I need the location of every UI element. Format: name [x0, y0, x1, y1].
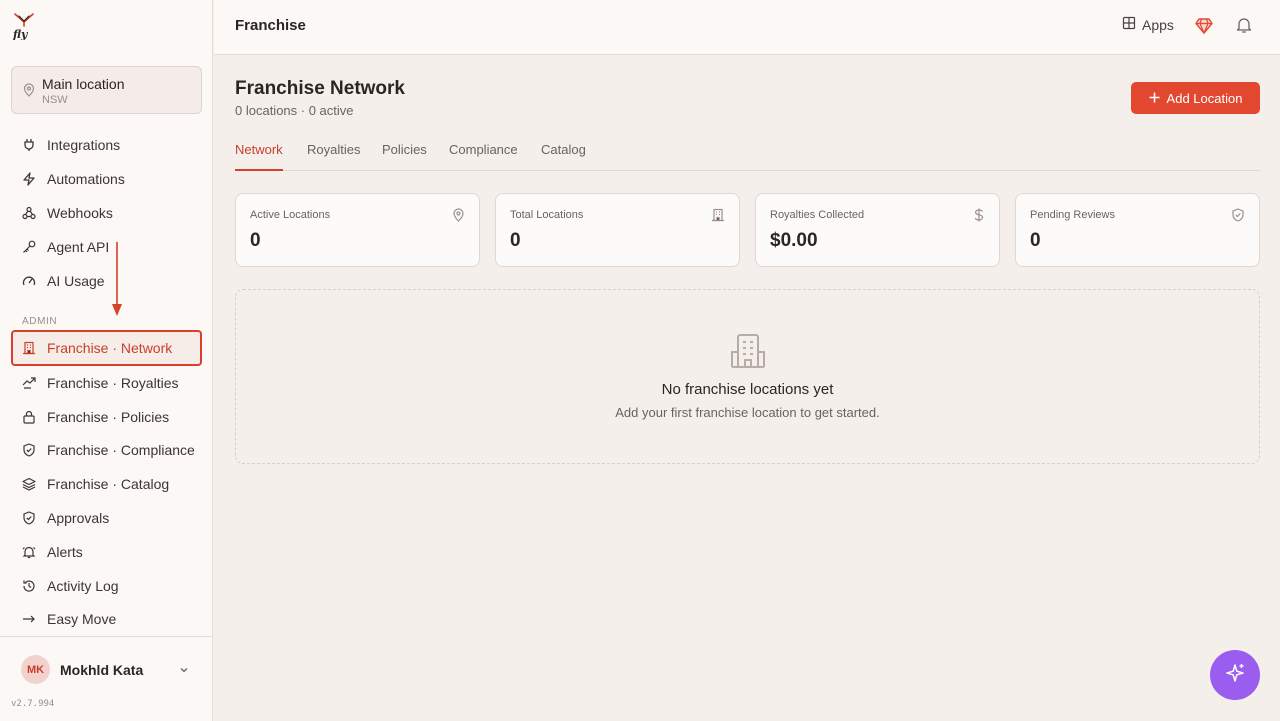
avatar: MK — [21, 655, 50, 684]
location-name: Main location — [42, 76, 125, 92]
chevron-down-icon[interactable] — [178, 663, 190, 681]
empty-state: No franchise locations yet Add your firs… — [235, 289, 1260, 464]
stat-value: 0 — [510, 230, 521, 251]
app-version: v2.7.994 — [11, 699, 55, 709]
gem-icon[interactable] — [1195, 17, 1213, 40]
stat-label: Pending Reviews — [1030, 209, 1115, 221]
sidebar-item-alerts[interactable]: Alerts — [11, 535, 202, 569]
shield-check-icon — [21, 510, 37, 526]
map-pin-icon — [23, 83, 35, 102]
map-pin-icon — [452, 208, 465, 227]
empty-state-subtitle: Add your first franchise location to get… — [615, 405, 880, 420]
sidebar-item-label: Alerts — [47, 544, 83, 560]
stat-card-active-locations: Active Locations 0 — [235, 193, 480, 267]
arrow-right-icon — [21, 611, 37, 627]
apps-button[interactable]: Apps — [1122, 16, 1174, 33]
sidebar-item-label: Approvals — [47, 510, 110, 526]
sidebar-item-webhooks[interactable]: Webhooks — [11, 196, 202, 230]
sidebar-item-easy-move[interactable]: Easy Move — [11, 602, 202, 636]
location-selector[interactable]: Main location NSW — [11, 66, 202, 114]
webhook-icon — [21, 205, 37, 221]
coins-icon — [21, 375, 37, 391]
sidebar-item-franchise-policies[interactable]: Franchise · Policies — [11, 400, 202, 434]
gauge-icon — [21, 273, 37, 289]
location-region: NSW — [42, 94, 68, 106]
tab-network[interactable]: Network — [235, 142, 283, 171]
sidebar-item-franchise-network[interactable]: Franchise · Network — [11, 330, 202, 366]
stat-label: Royalties Collected — [770, 209, 865, 221]
lightning-icon — [21, 171, 37, 187]
sidebar-item-label: Automations — [47, 171, 125, 187]
plus-icon — [1149, 91, 1160, 106]
sparkles-icon — [1224, 662, 1246, 689]
sidebar-item-label: Webhooks — [47, 205, 113, 221]
admin-section-label: ADMIN — [22, 316, 58, 327]
stat-card-total-locations: Total Locations 0 — [495, 193, 740, 267]
notifications-bell-icon[interactable] — [1235, 16, 1253, 39]
stat-label: Total Locations — [510, 209, 584, 221]
logo-text: fly — [12, 28, 29, 40]
sidebar-item-label: Easy Move — [47, 611, 117, 627]
sidebar-item-automations[interactable]: Automations — [11, 162, 202, 196]
tab-catalog[interactable]: Catalog — [541, 142, 586, 171]
grid-icon — [1122, 16, 1136, 33]
apps-label: Apps — [1142, 16, 1174, 33]
sidebar-item-label: Activity Log — [47, 578, 119, 594]
tab-compliance[interactable]: Compliance — [449, 142, 518, 171]
stat-label: Active Locations — [250, 209, 331, 221]
history-icon — [21, 578, 37, 594]
sidebar-item-franchise-royalties[interactable]: Franchise · Royalties — [11, 366, 202, 400]
sidebar-item-agent-api[interactable]: Agent API — [11, 230, 202, 264]
sidebar-item-label: Franchise · Compliance — [47, 442, 195, 458]
sidebar-item-integrations[interactable]: Integrations — [11, 128, 202, 162]
sidebar-item-label: Agent API — [47, 239, 110, 255]
sidebar: fly Main location NSW Integrations Autom… — [0, 0, 213, 721]
sidebar-item-label: Franchise · Network — [47, 340, 173, 356]
sidebar-item-label: Franchise · Royalties — [47, 375, 179, 391]
fly-logo[interactable]: fly — [12, 12, 36, 41]
sidebar-item-label: Franchise · Catalog — [47, 476, 170, 492]
add-location-button[interactable]: Add Location — [1131, 82, 1260, 114]
stat-value: 0 — [250, 230, 261, 251]
dollar-icon — [973, 208, 985, 227]
bell-ring-icon — [21, 544, 37, 560]
sidebar-item-label: AI Usage — [47, 273, 105, 289]
sidebar-item-ai-usage[interactable]: AI Usage — [11, 264, 202, 298]
annotation-arrow — [112, 242, 122, 316]
layers-icon — [21, 476, 37, 492]
add-location-label: Add Location — [1166, 90, 1243, 106]
stat-value: 0 — [1030, 230, 1041, 251]
building-icon — [730, 332, 766, 375]
sidebar-item-label: Integrations — [47, 137, 121, 153]
sidebar-item-activity-log[interactable]: Activity Log — [11, 569, 202, 603]
tab-policies[interactable]: Policies — [382, 142, 427, 171]
user-menu[interactable]: MK Mokhld Kata v2.7.994 — [0, 636, 213, 721]
key-icon — [21, 239, 37, 255]
sidebar-item-label: Franchise · Policies — [47, 409, 170, 425]
sidebar-item-approvals[interactable]: Approvals — [11, 501, 202, 535]
plug-icon — [21, 137, 37, 153]
main-title: Franchise Network — [235, 78, 405, 99]
tab-bar: Network Royalties Policies Compliance Ca… — [235, 130, 1260, 171]
building-icon — [711, 208, 725, 227]
empty-state-title: No franchise locations yet — [661, 381, 834, 398]
main-subtitle: 0 locations · 0 active — [235, 103, 354, 118]
shield-check-icon — [1231, 208, 1245, 227]
user-name: Mokhld Kata — [60, 662, 144, 678]
sidebar-item-franchise-compliance[interactable]: Franchise · Compliance — [11, 433, 202, 467]
lock-icon — [21, 409, 37, 425]
shield-check-icon — [21, 442, 37, 458]
stat-card-royalties-collected: Royalties Collected $0.00 — [755, 193, 1000, 267]
ai-assistant-button[interactable] — [1210, 650, 1260, 700]
top-bar: Franchise Apps — [214, 0, 1280, 55]
stat-card-pending-reviews: Pending Reviews 0 — [1015, 193, 1260, 267]
tab-royalties[interactable]: Royalties — [307, 142, 360, 171]
sidebar-item-franchise-catalog[interactable]: Franchise · Catalog — [11, 467, 202, 501]
stat-value: $0.00 — [770, 230, 818, 251]
page-title: Franchise — [235, 17, 306, 34]
building-icon — [21, 340, 37, 356]
